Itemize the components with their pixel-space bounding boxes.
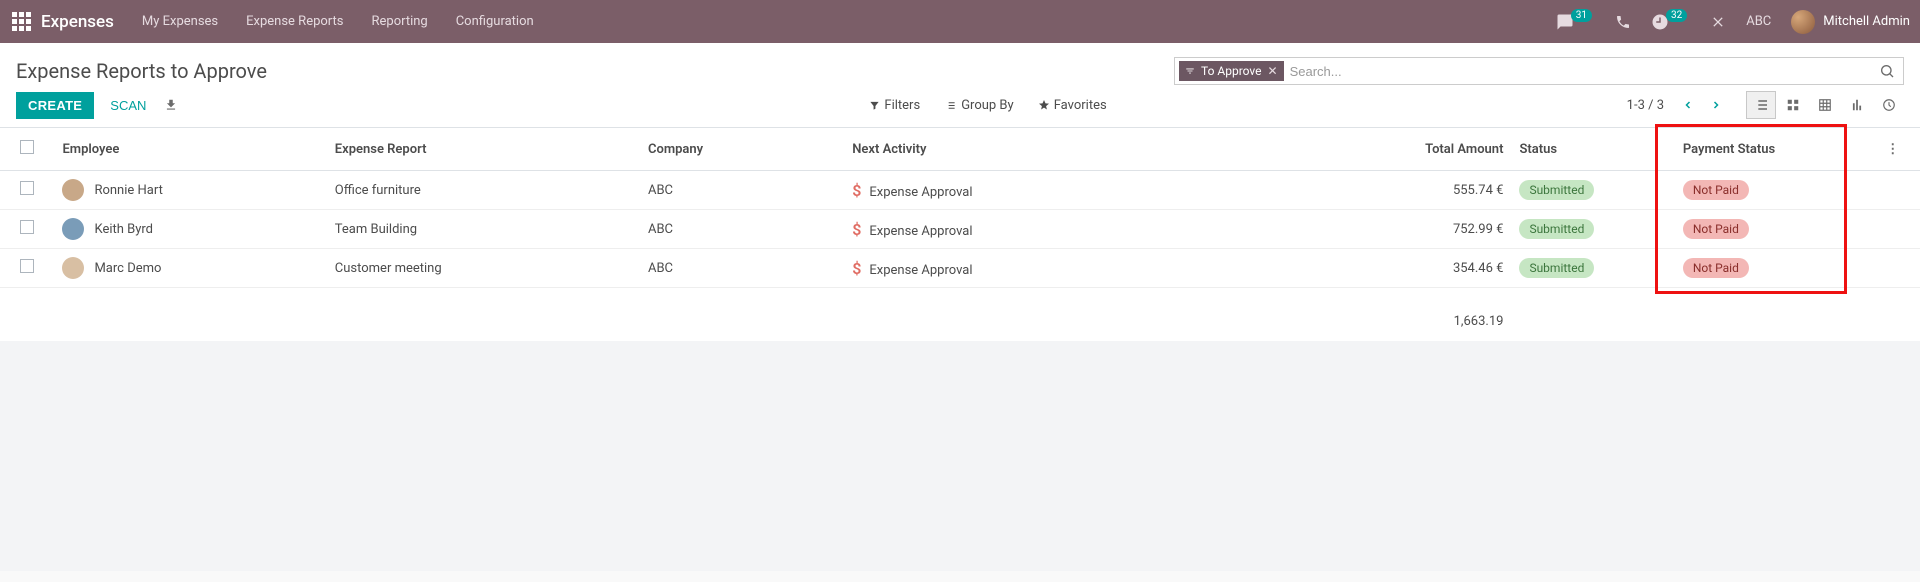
table-row[interactable]: Marc Demo Customer meeting ABC $ Expense …	[0, 249, 1920, 288]
dollar-icon: $	[852, 181, 861, 200]
view-switcher	[1744, 91, 1904, 119]
filter-chip-label: To Approve	[1201, 64, 1262, 78]
amount-cell: 354.46 €	[1375, 249, 1511, 288]
pager: 1-3 / 3	[1627, 95, 1726, 115]
col-status[interactable]: Status	[1511, 128, 1674, 171]
app-brand[interactable]: Expenses	[41, 12, 114, 32]
table-header-row: Employee Expense Report Company Next Act…	[0, 128, 1920, 171]
col-activity[interactable]: Next Activity	[844, 128, 1375, 171]
search-icon[interactable]	[1879, 63, 1895, 79]
activity-cell: Expense Approval	[869, 224, 972, 239]
select-all-checkbox[interactable]	[20, 140, 34, 154]
employee-name: Keith Byrd	[94, 222, 153, 237]
chat-icon[interactable]: 31	[1556, 13, 1595, 31]
view-kanban-icon[interactable]	[1778, 91, 1808, 119]
nav-configuration[interactable]: Configuration	[456, 14, 534, 29]
report-cell: Team Building	[327, 210, 640, 249]
pager-next-icon[interactable]	[1706, 95, 1726, 115]
total-amount: 1,663.19	[1375, 288, 1511, 338]
view-graph-icon[interactable]	[1842, 91, 1872, 119]
user-menu[interactable]: Mitchell Admin	[1791, 10, 1910, 34]
clock-icon[interactable]: 32	[1651, 13, 1690, 31]
nav-expense-reports[interactable]: Expense Reports	[246, 14, 343, 29]
filters-button[interactable]: Filters	[869, 98, 920, 113]
employee-name: Marc Demo	[94, 261, 161, 276]
search-bar[interactable]: To Approve ✕	[1174, 57, 1904, 85]
col-company[interactable]: Company	[640, 128, 844, 171]
row-checkbox[interactable]	[20, 259, 34, 273]
groupby-label: Group By	[961, 98, 1014, 113]
nav-my-expenses[interactable]: My Expenses	[142, 14, 218, 29]
table-row[interactable]: Keith Byrd Team Building ABC $ Expense Ap…	[0, 210, 1920, 249]
activity-cell: Expense Approval	[869, 185, 972, 200]
employee-avatar	[62, 218, 84, 240]
groupby-button[interactable]: Group By	[944, 98, 1014, 113]
close-tray-icon[interactable]	[1710, 14, 1726, 30]
scan-button[interactable]: SCAN	[110, 98, 146, 113]
amount-cell: 555.74 €	[1375, 171, 1511, 210]
chat-badge: 31	[1571, 9, 1592, 22]
col-employee[interactable]: Employee	[54, 128, 326, 171]
col-amount[interactable]: Total Amount	[1375, 128, 1511, 171]
phone-icon[interactable]	[1615, 14, 1631, 30]
total-row: 1,663.19	[0, 288, 1920, 338]
view-list-icon[interactable]	[1746, 91, 1776, 119]
favorites-label: Favorites	[1054, 98, 1107, 113]
filters-label: Filters	[884, 98, 920, 113]
user-name: Mitchell Admin	[1823, 14, 1910, 29]
company-cell: ABC	[640, 210, 844, 249]
control-panel: Expense Reports to Approve To Approve ✕ …	[0, 43, 1920, 128]
create-button[interactable]: CREATE	[16, 92, 94, 119]
employee-avatar	[62, 257, 84, 279]
page-title: Expense Reports to Approve	[16, 59, 267, 83]
report-cell: Office furniture	[327, 171, 640, 210]
company-cell: ABC	[640, 249, 844, 288]
download-icon[interactable]	[164, 98, 178, 112]
status-badge: Submitted	[1519, 258, 1594, 278]
list-icon	[944, 100, 957, 111]
empty-area	[0, 341, 1920, 571]
favorites-button[interactable]: Favorites	[1038, 98, 1107, 113]
employee-name: Ronnie Hart	[94, 183, 162, 198]
activity-cell: Expense Approval	[869, 263, 972, 278]
filter-chip-remove-icon[interactable]: ✕	[1268, 64, 1278, 78]
dollar-icon: $	[852, 259, 861, 278]
table-row[interactable]: Ronnie Hart Office furniture ABC $ Expens…	[0, 171, 1920, 210]
payment-badge: Not Paid	[1683, 258, 1749, 278]
pager-prev-icon[interactable]	[1678, 95, 1698, 115]
col-report[interactable]: Expense Report	[327, 128, 640, 171]
view-pivot-icon[interactable]	[1810, 91, 1840, 119]
status-badge: Submitted	[1519, 180, 1594, 200]
pager-text: 1-3 / 3	[1627, 98, 1664, 113]
employee-avatar	[62, 179, 84, 201]
payment-badge: Not Paid	[1683, 180, 1749, 200]
status-badge: Submitted	[1519, 219, 1594, 239]
search-input[interactable]	[1290, 64, 1871, 79]
col-payment[interactable]: Payment Status	[1675, 128, 1866, 171]
filter-icon	[1185, 66, 1195, 76]
top-nav: Expenses My Expenses Expense Reports Rep…	[0, 0, 1920, 43]
expense-table: Employee Expense Report Company Next Act…	[0, 128, 1920, 337]
filter-chip[interactable]: To Approve ✕	[1179, 61, 1284, 81]
nav-items: My Expenses Expense Reports Reporting Co…	[142, 14, 534, 29]
column-options-icon[interactable]: ⋮	[1886, 142, 1899, 157]
dollar-icon: $	[852, 220, 861, 239]
amount-cell: 752.99 €	[1375, 210, 1511, 249]
nav-right: 31 32 ABC Mitchell Admin	[1556, 10, 1910, 34]
apps-icon[interactable]	[12, 12, 31, 31]
row-checkbox[interactable]	[20, 181, 34, 195]
payment-badge: Not Paid	[1683, 219, 1749, 239]
funnel-icon	[869, 100, 880, 111]
search-toolbar: Filters Group By Favorites	[869, 98, 1106, 113]
view-activity-icon[interactable]	[1874, 91, 1904, 119]
avatar	[1791, 10, 1815, 34]
company-selector[interactable]: ABC	[1746, 14, 1771, 29]
nav-reporting[interactable]: Reporting	[371, 14, 427, 29]
table-container: Employee Expense Report Company Next Act…	[0, 128, 1920, 341]
report-cell: Customer meeting	[327, 249, 640, 288]
star-icon	[1038, 99, 1050, 111]
company-cell: ABC	[640, 171, 844, 210]
clock-badge: 32	[1666, 9, 1687, 22]
row-checkbox[interactable]	[20, 220, 34, 234]
